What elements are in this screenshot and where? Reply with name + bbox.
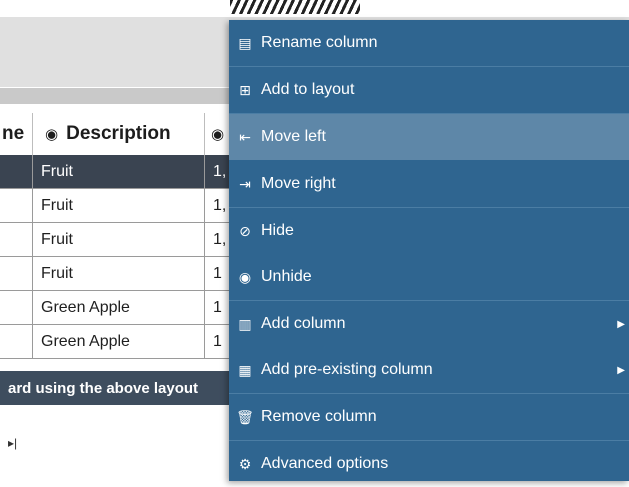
table-cell: Fruit bbox=[33, 155, 205, 188]
table-cell bbox=[0, 223, 33, 256]
add-column-icon: ▥ bbox=[238, 315, 252, 332]
table-row[interactable]: Green Apple 1 bbox=[0, 325, 240, 359]
table-cell bbox=[0, 189, 33, 222]
table-row[interactable]: Fruit 1, bbox=[0, 223, 240, 257]
move-right-icon: ⇥ bbox=[239, 175, 251, 192]
column-header-name[interactable]: ne bbox=[0, 113, 33, 155]
table-cell: Green Apple bbox=[33, 325, 205, 358]
menu-item-label: Move right bbox=[261, 175, 336, 192]
table-cell bbox=[0, 291, 33, 324]
menu-item-label: Add pre-existing column bbox=[261, 361, 433, 378]
table-cell: Green Apple bbox=[33, 291, 205, 324]
rename-icon: ▤ bbox=[238, 34, 252, 51]
menu-item-move-left[interactable]: ⇤ Move left bbox=[229, 114, 629, 160]
eye-icon: ◉ bbox=[211, 126, 225, 143]
table-cell bbox=[0, 257, 33, 290]
menu-item-advanced-options[interactable]: ⚙ Advanced options bbox=[229, 441, 629, 487]
layout-footer-bar[interactable]: ard using the above layout bbox=[0, 371, 240, 405]
menu-item-label: Add column bbox=[261, 315, 346, 332]
hide-icon: ⊘ bbox=[239, 222, 251, 239]
table-header: ne ◉ Description ◉ bbox=[0, 113, 260, 156]
table-cell: Fruit bbox=[33, 223, 205, 256]
column-header-description[interactable]: ◉ Description bbox=[33, 113, 205, 155]
table-row[interactable]: Fruit 1, bbox=[0, 155, 240, 189]
menu-item-add-pre-existing-column[interactable]: ▦ Add pre-existing column ▶ bbox=[229, 347, 629, 393]
menu-item-add-column[interactable]: ▥ Add column ▶ bbox=[229, 301, 629, 347]
pager-last-icon[interactable]: ▸| bbox=[8, 436, 17, 450]
menu-item-label: Add to layout bbox=[261, 81, 355, 98]
trash-icon: 🗑 bbox=[236, 408, 254, 425]
menu-item-label: Unhide bbox=[261, 268, 312, 285]
add-pre-existing-column-icon: ▦ bbox=[238, 361, 252, 378]
menu-item-move-right[interactable]: ⇥ Move right bbox=[229, 161, 629, 207]
menu-item-add-to-layout[interactable]: ⊞ Add to layout bbox=[229, 67, 629, 113]
table-cell: Fruit bbox=[33, 257, 205, 290]
submenu-arrow-icon: ▶ bbox=[617, 364, 625, 376]
menu-item-hide[interactable]: ⊘ Hide bbox=[229, 208, 629, 254]
table-row[interactable]: Green Apple 1 bbox=[0, 291, 240, 325]
add-to-layout-icon: ⊞ bbox=[239, 81, 251, 98]
menu-item-rename-column[interactable]: ▤ Rename column bbox=[229, 20, 629, 66]
menu-item-label: Remove column bbox=[261, 408, 377, 425]
eye-icon: ◉ bbox=[45, 126, 59, 143]
submenu-arrow-icon: ▶ bbox=[617, 318, 625, 330]
menu-item-unhide[interactable]: ◉ Unhide bbox=[229, 254, 629, 300]
menu-item-label: Advanced options bbox=[261, 455, 389, 472]
menu-item-label: Move left bbox=[261, 128, 326, 145]
move-left-icon: ⇤ bbox=[239, 128, 251, 145]
table-row[interactable]: Fruit 1, bbox=[0, 189, 240, 223]
menu-item-label: Hide bbox=[261, 222, 294, 239]
gear-icon: ⚙ bbox=[238, 455, 252, 472]
table-row[interactable]: Fruit 1 bbox=[0, 257, 240, 291]
table-cell bbox=[0, 155, 33, 188]
menu-item-label: Rename column bbox=[261, 34, 378, 51]
unhide-icon: ◉ bbox=[238, 268, 252, 285]
table-cell: Fruit bbox=[33, 189, 205, 222]
hatched-decoration bbox=[230, 0, 360, 14]
column-context-menu: ▤ Rename column ⊞ Add to layout ⇤ Move l… bbox=[229, 20, 629, 481]
table-cell bbox=[0, 325, 33, 358]
menu-item-remove-column[interactable]: 🗑 Remove column bbox=[229, 394, 629, 440]
